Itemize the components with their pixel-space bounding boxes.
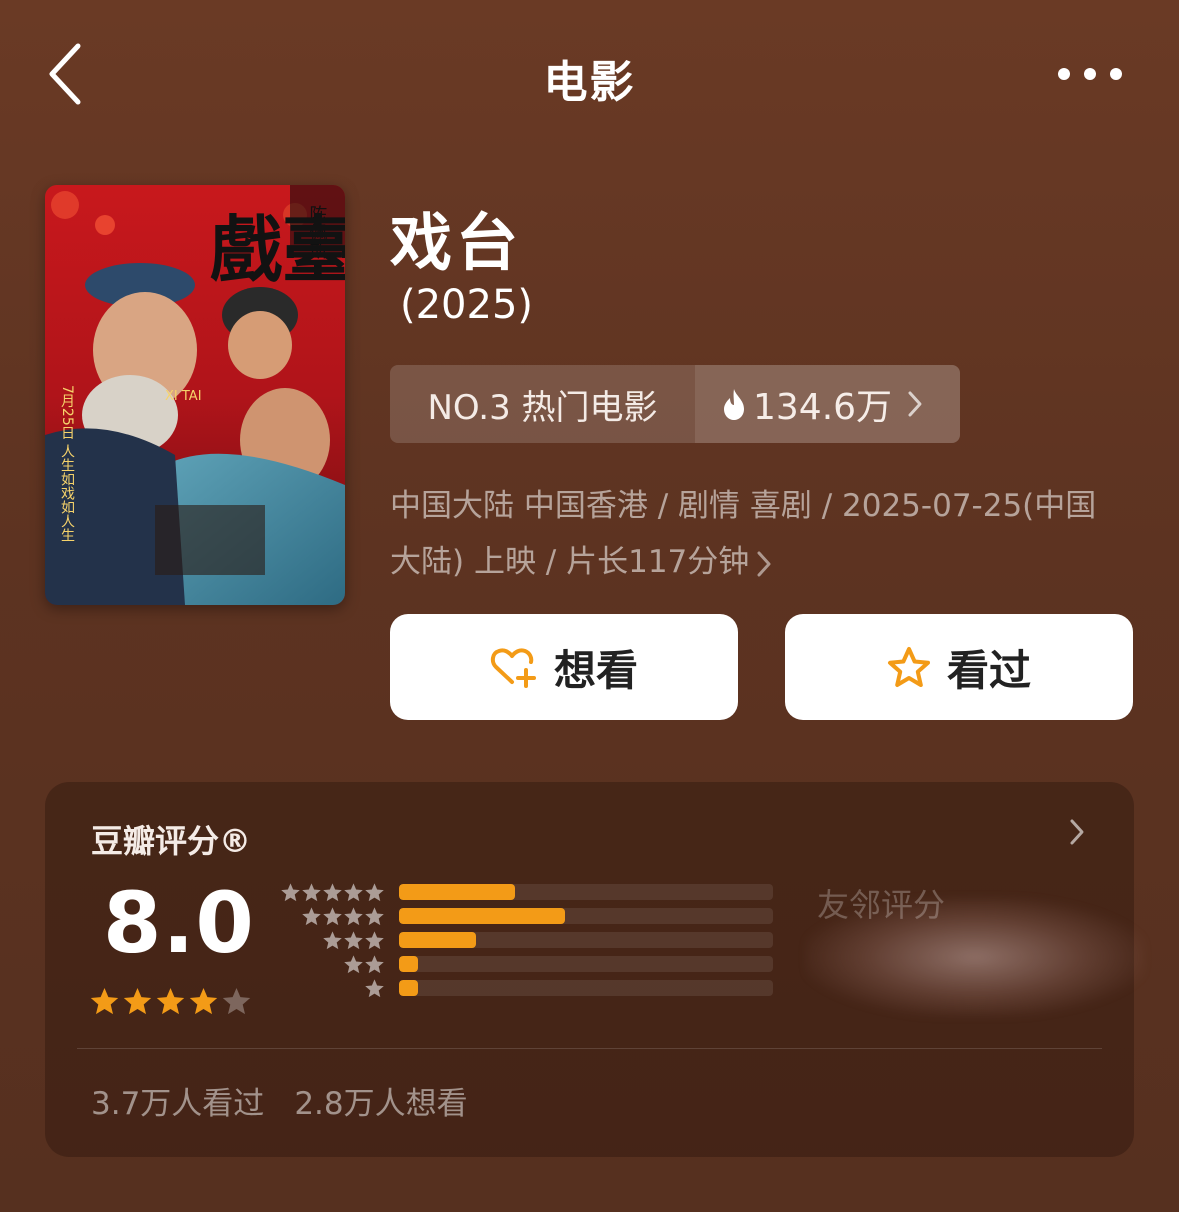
movie-meta[interactable]: 中国大陆 中国香港 / 剧情 喜剧 / 2025-07-25(中国 大陆) 上映… xyxy=(390,478,1150,590)
poster-headline: 戲臺 xyxy=(210,207,345,292)
meta-line-1: 中国大陆 中国香港 / 剧情 喜剧 / 2025-07-25(中国 xyxy=(390,488,1097,524)
rating-distribution xyxy=(399,884,773,1004)
movie-title: 戏台 xyxy=(390,206,523,279)
small-star-icon xyxy=(323,883,342,902)
small-star-icon xyxy=(302,907,321,926)
wishlist-count: 2.8万人想看 xyxy=(294,1086,468,1122)
small-star-icon xyxy=(365,931,384,950)
star-outline-icon xyxy=(887,647,930,687)
star-filled-icon xyxy=(90,987,119,1015)
small-star-icon xyxy=(302,883,321,902)
movie-year: (2025) xyxy=(400,282,534,328)
seen-label: 看过 xyxy=(946,645,1031,695)
rank-label: NO.3 热门电影 xyxy=(390,365,695,443)
bar-track-4 xyxy=(399,908,773,924)
small-star-icon xyxy=(365,979,384,998)
star-level-2 xyxy=(275,954,385,978)
meta-line-2: 大陆) 上映 / 片长117分钟 xyxy=(390,534,1150,590)
bar-fill-2 xyxy=(399,956,418,972)
star-level-3 xyxy=(275,930,385,954)
small-star-icon xyxy=(323,931,342,950)
want-label: 想看 xyxy=(553,645,638,695)
want-to-watch-button[interactable]: 想看 xyxy=(390,614,738,720)
page-title: 电影 xyxy=(543,57,636,108)
rating-score: 8.0 xyxy=(103,874,255,972)
small-star-icon xyxy=(344,907,363,926)
bar-track-2 xyxy=(399,956,773,972)
star-filled-icon xyxy=(189,987,218,1015)
bar-fill-5 xyxy=(399,884,515,900)
rating-title: 豆瓣评分® xyxy=(91,822,252,860)
rating-card[interactable]: 豆瓣评分® 8.0 友邻评分 3.7万人看过 2.8万人想看 xyxy=(45,782,1145,1157)
more-dots-icon xyxy=(1058,68,1122,80)
small-star-icon xyxy=(365,955,384,974)
small-star-icon xyxy=(323,907,342,926)
divider xyxy=(77,1048,1102,1049)
watched-count: 3.7万人看过 xyxy=(91,1086,265,1122)
chevron-right-icon xyxy=(908,391,922,417)
star-level-5 xyxy=(275,882,385,906)
small-star-icon xyxy=(365,883,384,902)
bar-track-1 xyxy=(399,980,773,996)
star-empty-icon xyxy=(222,987,251,1015)
watched-button[interactable]: 看过 xyxy=(785,614,1133,720)
small-star-icon xyxy=(344,955,363,974)
flame-icon xyxy=(724,389,744,420)
ranking-banner[interactable]: NO.3 热门电影 134.6万 xyxy=(390,365,960,443)
small-star-icon xyxy=(281,883,300,902)
poster-art: 陈佩斯 7月25日 人生如戏如人生 戲臺 XI TAI xyxy=(45,185,345,605)
star-filled-icon xyxy=(123,987,152,1015)
more-button[interactable] xyxy=(1052,56,1128,92)
distribution-star-labels xyxy=(275,882,385,1002)
bar-track-3 xyxy=(399,932,773,948)
friends-rating-label: 友邻评分 xyxy=(817,886,946,924)
chevron-right-icon xyxy=(1070,819,1084,845)
bar-track-5 xyxy=(399,884,773,900)
bar-fill-1 xyxy=(399,980,418,996)
star-level-4 xyxy=(275,906,385,930)
poster-romanization: XI TAI xyxy=(165,389,202,404)
heart-plus-icon xyxy=(490,648,536,688)
meta-line-2-text: 大陆) 上映 / 片长117分钟 xyxy=(390,544,750,580)
star-level-1 xyxy=(275,978,385,1002)
small-star-icon xyxy=(344,931,363,950)
heat-indicator: 134.6万 xyxy=(695,365,960,443)
small-star-icon xyxy=(344,883,363,902)
star-filled-icon xyxy=(156,987,185,1015)
heat-value: 134.6万 xyxy=(753,387,893,428)
chevron-right-icon xyxy=(757,551,771,576)
small-star-icon xyxy=(365,907,384,926)
rating-counts: 3.7万人看过 2.8万人想看 xyxy=(91,1078,468,1123)
poster-release: 7月25日 人生如戏如人生 xyxy=(59,385,75,542)
bar-fill-4 xyxy=(399,908,566,924)
rating-stars xyxy=(89,986,252,1017)
movie-poster[interactable]: 陈佩斯 7月25日 人生如戏如人生 戲臺 XI TAI xyxy=(45,185,345,605)
bar-fill-3 xyxy=(399,932,476,948)
